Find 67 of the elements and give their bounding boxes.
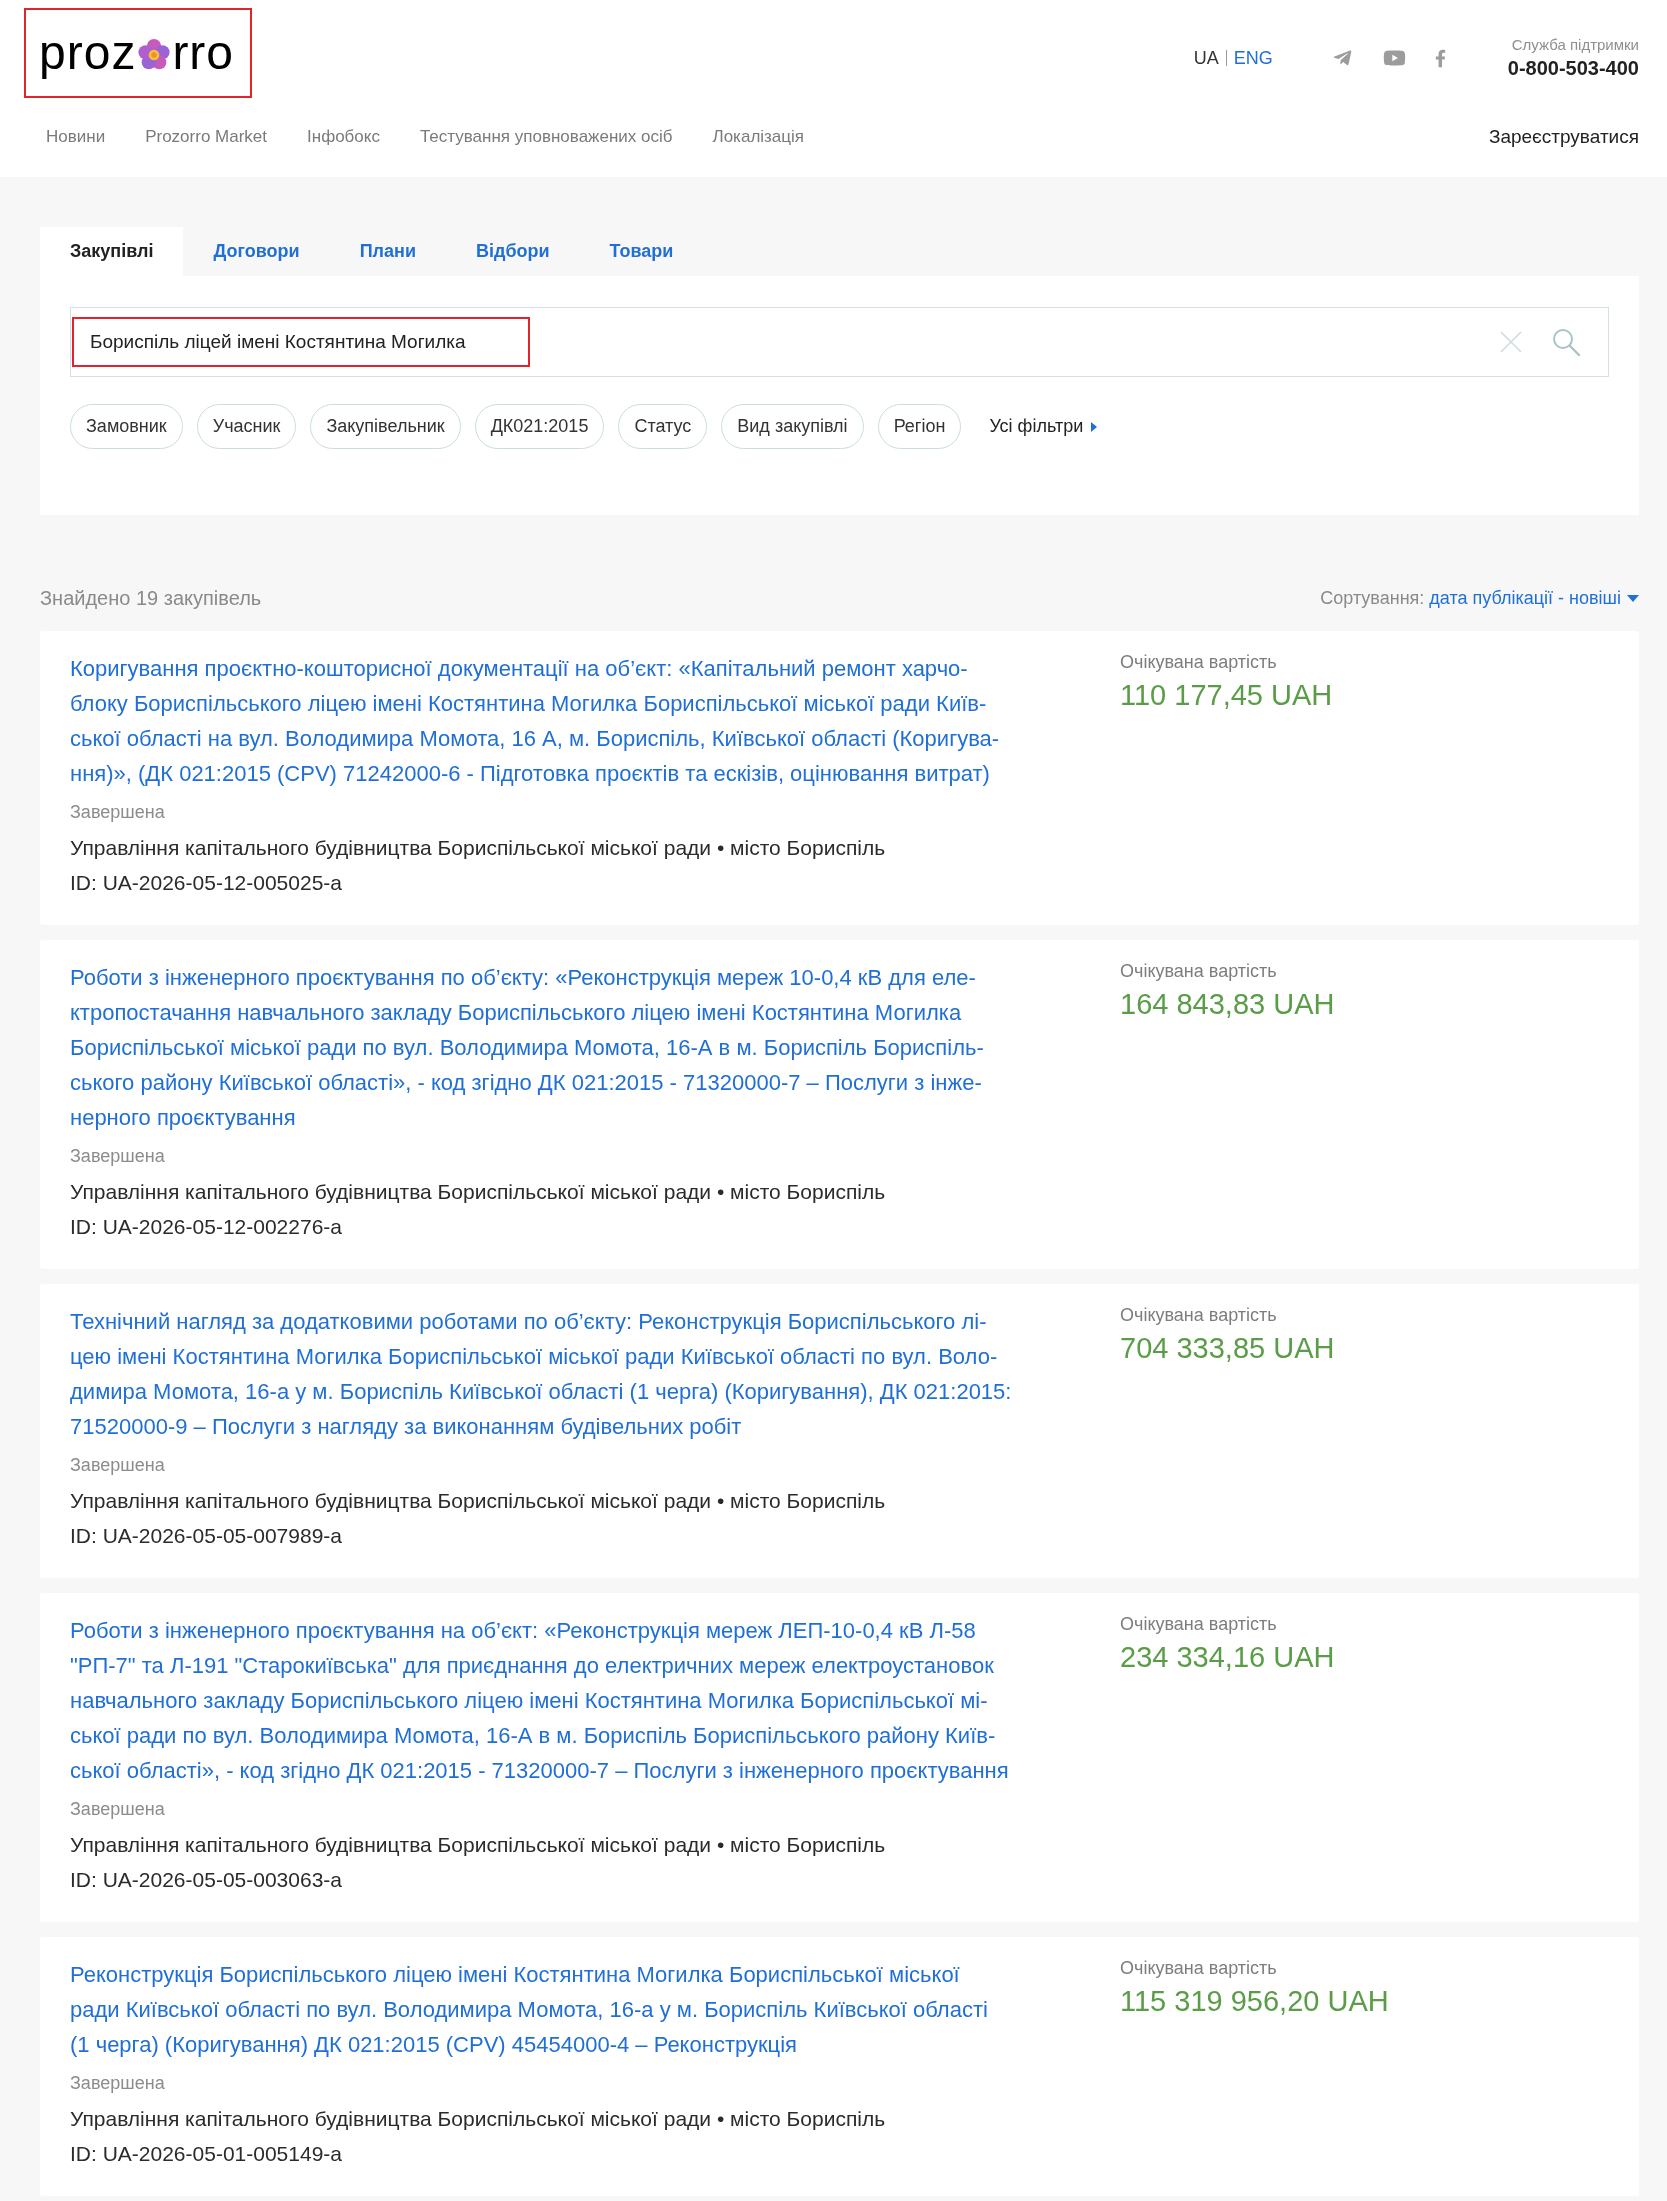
buyer-text: Управління капітального будівництва Бориспільської міської ради • місто Бориспіль bbox=[70, 1179, 886, 1205]
status-text: Завершена bbox=[70, 801, 165, 824]
nav-link[interactable]: Новини bbox=[46, 124, 106, 150]
support-label: Служба підтримки bbox=[1511, 35, 1639, 55]
nav-link[interactable]: Тестування уповноважених осіб bbox=[419, 124, 673, 150]
price-label: Очікувана вартість bbox=[1120, 1613, 1277, 1635]
all-filters-button[interactable]: Усі фільтри bbox=[989, 404, 1098, 449]
status-text: Завершена bbox=[70, 1798, 165, 1821]
tab[interactable]: Відбори bbox=[445, 227, 580, 276]
price-value: 110 177,45 UAH bbox=[1120, 678, 1333, 713]
sort-dropdown[interactable]: дата публікації - новіші bbox=[1429, 584, 1639, 612]
buyer-text: Управління капітального будівництва Бориспільської міської ради • місто Бориспіль bbox=[70, 1488, 886, 1514]
clear-button[interactable] bbox=[1500, 331, 1522, 353]
sort-label: Сортування: bbox=[1320, 586, 1425, 610]
status-text: Завершена bbox=[70, 1454, 165, 1477]
buyer-text: Управління капітального будівництва Бориспільської міської ради • місто Бориспіль bbox=[70, 1832, 886, 1858]
nav-link[interactable]: Prozorro Market bbox=[145, 124, 268, 150]
price-label: Очікувана вартість bbox=[1120, 1304, 1277, 1326]
clear-icon bbox=[1500, 331, 1522, 353]
tab[interactable]: Договори bbox=[183, 227, 330, 276]
caret-right-icon bbox=[1091, 421, 1098, 432]
price-label: Очікувана вартість bbox=[1120, 960, 1277, 982]
price-value: 164 843,83 UAH bbox=[1120, 987, 1335, 1022]
buyer-text: Управління капітального будівництва Бориспільської міської ради • місто Бориспіль bbox=[70, 835, 886, 861]
price-value: 234 334,16 UAH bbox=[1120, 1640, 1335, 1675]
price-value: 704 333,85 UAH bbox=[1120, 1331, 1335, 1366]
search-button[interactable] bbox=[1552, 328, 1580, 356]
filter-button[interactable]: Закупівельник bbox=[310, 404, 461, 449]
youtube-icon[interactable] bbox=[1381, 48, 1407, 68]
tender-id: ID: UA-2026-05-01-005149-a bbox=[70, 2141, 342, 2167]
tender-id: ID: UA-2026-05-12-005025-a bbox=[70, 870, 342, 896]
tender-id: ID: UA-2026-05-05-003063-a bbox=[70, 1867, 342, 1893]
buyer-text: Управління капітального будівництва Бориспільської міської ради • місто Бориспіль bbox=[70, 2106, 886, 2132]
filter-button[interactable]: ДК021:2015 bbox=[474, 404, 605, 449]
tab[interactable]: Товари bbox=[579, 227, 704, 276]
tender-id: ID: UA-2026-05-12-002276-a bbox=[70, 1214, 342, 1240]
language-option[interactable]: UA bbox=[1193, 50, 1219, 66]
filter-button[interactable]: Регіон bbox=[877, 404, 962, 449]
tender-title-link[interactable]: Коригування проєктно-кошторисної документації на об’єкт: «Капітальний ремонт харчо- блоку Бориспільського ліцею імені Костянтина Могилка Бориспільської міської ради Київ- ської області на вул. Володимира Момота, 16 А, м. Бориспіль, Київської області (Коригува- ння)», (ДК 021:2015 (CPV) 71242000-6 - Підготовка проєктів та ескізів, оцінювання витрат) bbox=[70, 651, 1000, 791]
support-phone[interactable]: 0-800-503-400 bbox=[1507, 55, 1639, 81]
filter-button[interactable]: Статус bbox=[618, 404, 708, 449]
tender-title-link[interactable]: Реконструкція Бориспільського ліцею імені Костянтина Могилка Бориспільської міської ради Київської області по вул. Володимира Момота, 16-а у м. Бориспіль Київської області (1 черга) (Коригування) ДК 021:2015 (CPV) 45454000-4 – Реконструкція bbox=[70, 1957, 988, 2062]
logo[interactable]: proz rro bbox=[39, 25, 235, 81]
tender-title-link[interactable]: Роботи з інженерного проєктування на об’єкт: «Реконструкція мереж ЛЕП-10-0,4 кВ Л-58 "РП-7" та Л-191 "Старокиївська" для приєднання до електричних мереж електроустановок навчального закладу Бориспільського ліцею імені Костянтина Могилка Бориспільської мі- ської ради по вул. Володимира Момота, 16-А в м. Бориспіль Бориспільського району Київ- ської області», - код згідно ДК 021:2015 - 71320000-7 – Послуги з інженерного проєктування bbox=[70, 1613, 1009, 1788]
tender-title-link[interactable]: Роботи з інженерного проєктування по об’єкту: «Реконструкція мереж 10-0,4 кВ для еле- ктропостачання навчального закладу Бориспільського ліцею імені Костянтина Могилка Бориспільської міської ради по вул. Володимира Момота, 16-А в м. Бориспіль Бориспіль- ського району Київської області», - код згідно ДК 021:2015 - 71320000-7 – Послуги з інже- нерного проєктування bbox=[70, 960, 984, 1135]
price-label: Очікувана вартість bbox=[1120, 1957, 1277, 1979]
facebook-icon[interactable] bbox=[1434, 48, 1446, 68]
search-icon bbox=[1552, 328, 1580, 356]
tender-title-link[interactable]: Технічний нагляд за додатковими роботами по об’єкту: Реконструкція Бориспільського лі- цею імені Костянтина Могилка Бориспільської міської ради Київської області по вул. Воло- димира Момота, 16-а у м. Бориспіль Київської області (1 черга) (Коригування), ДК 021:2015: 71520000-9 – Послуги з нагляду за виконанням будівельних робіт bbox=[70, 1304, 1012, 1444]
filter-button[interactable]: Замовник bbox=[70, 404, 183, 449]
results-count: Знайдено 19 закупівель bbox=[40, 586, 262, 611]
tab[interactable]: Плани bbox=[329, 227, 446, 276]
status-text: Завершена bbox=[70, 2072, 165, 2095]
nav-link[interactable]: Локалізація bbox=[712, 124, 805, 150]
flower-icon bbox=[138, 39, 171, 71]
nav-link[interactable]: Інфобокс bbox=[307, 124, 380, 150]
tab[interactable]: Закупівлі bbox=[40, 227, 184, 276]
filter-button[interactable]: Вид закупівлі bbox=[721, 404, 864, 449]
filter-button[interactable]: Учасник bbox=[196, 404, 297, 449]
tender-id: ID: UA-2026-05-05-007989-a bbox=[70, 1523, 342, 1549]
register-link[interactable]: Зареєструватися bbox=[1488, 124, 1639, 150]
price-label: Очікувана вартість bbox=[1120, 651, 1277, 673]
status-text: Завершена bbox=[70, 1145, 165, 1168]
search-input[interactable]: Бориспіль ліцей імені Костянтина Могилка bbox=[72, 317, 530, 367]
caret-down-icon bbox=[1627, 594, 1639, 602]
language-option[interactable]: ENG bbox=[1225, 50, 1273, 66]
price-value: 115 319 956,20 UAH bbox=[1120, 1984, 1389, 2019]
